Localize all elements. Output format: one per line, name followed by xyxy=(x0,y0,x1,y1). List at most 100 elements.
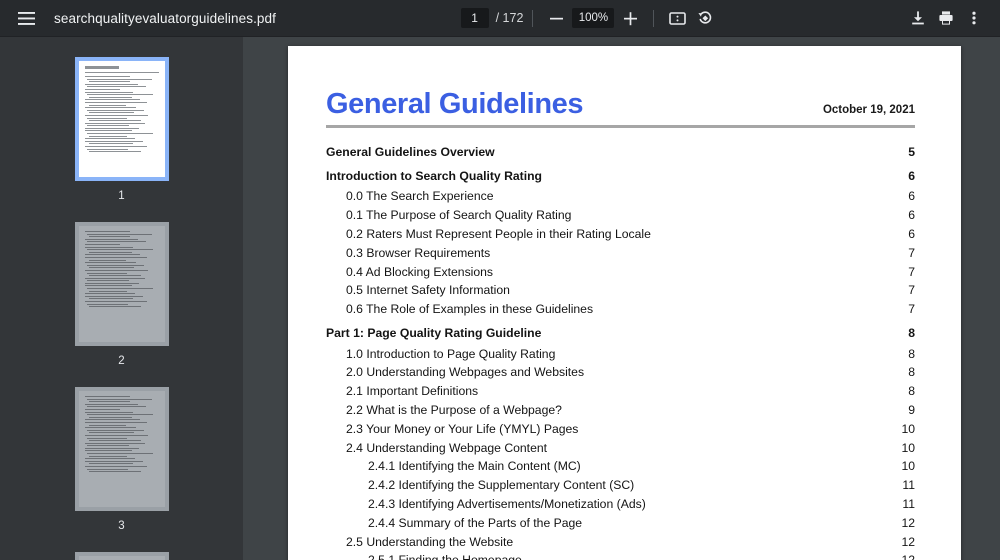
toc-entry[interactable]: 0.2 Raters Must Represent People in thei… xyxy=(326,228,915,240)
toc-entry[interactable]: 2.4.1 Identifying the Main Content (MC) 1… xyxy=(326,460,915,472)
toc-entry-title: 2.2 What is the Purpose of a Webpage? xyxy=(346,402,562,417)
pdf-page: General Guidelines October 19, 2021 Gene… xyxy=(288,46,961,560)
rotate-counterclockwise-icon[interactable] xyxy=(691,4,719,32)
thumbnail-page-3[interactable] xyxy=(74,387,169,511)
toc-entry[interactable]: 0.4 Ad Blocking Extensions 7 xyxy=(326,264,915,279)
table-of-contents: General Guidelines Overview 5 Introduction… xyxy=(326,146,915,560)
toolbar-left-group: searchqualityevaluatorguidelines.pdf xyxy=(0,4,276,32)
toc-entry-page: 9 xyxy=(908,402,915,417)
thumbnail-preview xyxy=(78,556,165,560)
zoom-level-display[interactable]: 100% xyxy=(572,8,615,28)
toc-entry-page: 7 xyxy=(908,302,915,317)
toc-entry-page: 12 xyxy=(901,554,915,560)
toc-entry-title: 2.0 Understanding Webpages and Websites xyxy=(346,365,585,380)
toc-entry[interactable]: 2.4.3 Identifying Advertisements/Monetiz… xyxy=(326,498,915,510)
toc-entry[interactable]: 2.2 What is the Purpose of a Webpage? 9 xyxy=(326,404,915,416)
toc-entry[interactable]: 0.0 The Search Experience 6 xyxy=(326,190,915,202)
header-rule xyxy=(326,125,915,128)
toc-entry-page: 6 xyxy=(908,189,915,204)
toc-entry-title: Part 1: Page Quality Rating Guideline xyxy=(326,326,542,341)
toolbar-divider xyxy=(653,9,655,27)
toolbar-center-group: / 172 100% xyxy=(276,4,904,32)
toc-entry[interactable]: 2.4.4 Summary of the Parts of the Page 12 xyxy=(326,517,915,529)
toc-entry-page: 7 xyxy=(908,264,915,279)
toc-entry-page: 11 xyxy=(902,478,915,493)
toc-entry[interactable]: 2.5 Understanding the Website 12 xyxy=(326,534,915,549)
toc-entry-title: General Guidelines Overview xyxy=(326,145,495,159)
toc-entry-page: 6 xyxy=(908,227,915,241)
toc-entry[interactable]: 0.6 The Role of Examples in these Guidel… xyxy=(326,303,915,315)
toc-entry-page: 8 xyxy=(908,384,915,399)
print-icon[interactable] xyxy=(932,4,960,32)
toolbar-right-group xyxy=(904,4,1000,32)
toc-entry[interactable]: General Guidelines Overview 5 xyxy=(326,146,915,158)
thumbnail-item[interactable]: 1 xyxy=(0,57,243,202)
toc-entry[interactable]: Part 1: Page Quality Rating Guideline 8 xyxy=(326,327,915,339)
toc-entry[interactable]: 2.0 Understanding Webpages and Websites 8 xyxy=(326,366,915,378)
toc-entry-page: 12 xyxy=(901,534,915,549)
zoom-in-button[interactable] xyxy=(616,4,644,32)
toc-entry[interactable]: 2.4 Understanding Webpage Content 10 xyxy=(326,440,915,455)
toc-entry-title: 2.3 Your Money or Your Life (YMYL) Pages xyxy=(346,421,579,436)
pdf-page-content: General Guidelines October 19, 2021 Gene… xyxy=(288,46,961,560)
thumbnail-page-2[interactable] xyxy=(74,222,169,346)
toc-entry-page: 8 xyxy=(908,326,915,341)
thumbnail-page-1[interactable] xyxy=(74,57,169,181)
thumbnail-list: 1 2 3 4 xyxy=(0,57,243,560)
toc-entry[interactable]: 2.4.2 Identifying the Supplementary Cont… xyxy=(326,479,915,491)
toc-entry-page: 8 xyxy=(908,346,915,361)
toc-entry-title: 2.4.2 Identifying the Supplementary Cont… xyxy=(368,478,635,493)
thumbnail-sidebar[interactable]: 1 2 3 4 xyxy=(0,37,243,560)
toc-entry-title: 2.4.1 Identifying the Main Content (MC) xyxy=(368,459,581,474)
toc-entry[interactable]: 2.5.1 Finding the Homepage 12 xyxy=(326,554,915,560)
toc-entry-title: 0.1 The Purpose of Search Quality Rating xyxy=(346,208,572,223)
thumbnail-preview xyxy=(78,226,165,342)
toc-entry-title: 2.5 Understanding the Website xyxy=(346,534,514,549)
page-count-label: / 172 xyxy=(495,11,524,25)
document-date: October 19, 2021 xyxy=(822,104,915,116)
toc-entry-title: 0.0 The Search Experience xyxy=(346,189,494,204)
thumbnail-label: 3 xyxy=(118,520,125,532)
hamburger-menu-icon[interactable] xyxy=(12,4,40,32)
download-icon[interactable] xyxy=(904,4,932,32)
toc-entry[interactable]: 0.1 The Purpose of Search Quality Rating… xyxy=(326,209,915,221)
toc-entry[interactable]: 2.3 Your Money or Your Life (YMYL) Pages… xyxy=(326,423,915,435)
toc-entry-title: 2.1 Important Definitions xyxy=(346,384,479,399)
thumbnail-label: 2 xyxy=(118,355,125,367)
toc-entry[interactable]: Introduction to Search Quality Rating 6 xyxy=(326,170,915,182)
toc-entry[interactable]: 0.3 Browser Requirements 7 xyxy=(326,247,915,259)
fit-to-page-icon[interactable] xyxy=(663,4,691,32)
thumbnail-page-4[interactable] xyxy=(74,552,169,560)
zoom-out-button[interactable] xyxy=(542,4,570,32)
toc-entry-page: 6 xyxy=(908,208,915,223)
toc-entry[interactable]: 1.0 Introduction to Page Quality Rating 8 xyxy=(326,346,915,361)
document-heading: General Guidelines xyxy=(326,88,584,120)
toc-entry-page: 10 xyxy=(901,440,915,455)
toc-entry-page: 6 xyxy=(908,169,915,184)
toc-entry-page: 8 xyxy=(908,365,915,380)
toc-entry-title: 2.4.3 Identifying Advertisements/Monetiz… xyxy=(368,496,646,511)
toc-entry[interactable]: 2.1 Important Definitions 8 xyxy=(326,385,915,397)
document-header: General Guidelines October 19, 2021 xyxy=(326,90,915,119)
thumbnail-item[interactable]: 4 xyxy=(0,552,243,560)
toc-entry[interactable]: 0.5 Internet Safety Information 7 xyxy=(326,284,915,296)
toc-entry-title: 1.0 Introduction to Page Quality Rating xyxy=(346,346,556,361)
thumbnail-label: 1 xyxy=(118,190,125,202)
toc-entry-page: 7 xyxy=(908,245,915,260)
toc-entry-page: 10 xyxy=(901,421,915,436)
document-title: searchqualityevaluatorguidelines.pdf xyxy=(54,10,276,26)
toc-entry-title: 0.5 Internet Safety Information xyxy=(346,283,510,298)
toc-entry-page: 7 xyxy=(908,283,915,298)
page-number-input[interactable] xyxy=(460,8,489,28)
toc-entry-title: 0.4 Ad Blocking Extensions xyxy=(346,264,494,279)
pdf-toolbar: searchqualityevaluatorguidelines.pdf / 1… xyxy=(0,0,1000,37)
thumbnail-preview xyxy=(78,61,165,177)
more-options-icon[interactable] xyxy=(960,4,988,32)
toc-entry-page: 5 xyxy=(908,145,915,159)
pdf-viewer-area[interactable]: General Guidelines October 19, 2021 Gene… xyxy=(243,37,1000,560)
thumbnail-item[interactable]: 2 xyxy=(0,222,243,367)
thumbnail-item[interactable]: 3 xyxy=(0,387,243,532)
toc-entry-page: 12 xyxy=(901,515,915,530)
toc-entry-title: 0.6 The Role of Examples in these Guidel… xyxy=(346,302,594,317)
toc-entry-title: 2.4.4 Summary of the Parts of the Page xyxy=(368,515,583,530)
